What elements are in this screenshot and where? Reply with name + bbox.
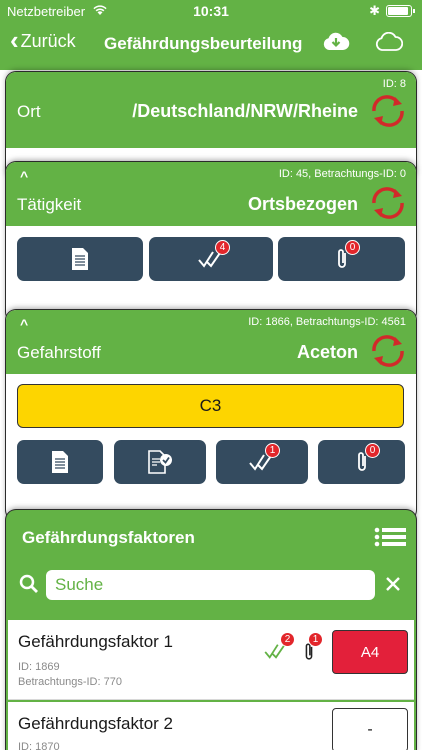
- gefahrstoff-label: Gefahrstoff: [17, 343, 101, 362]
- gefahrstoff-header: ^ ID: 1866, Betrachtungs-ID: 4561 Gefahr…: [6, 310, 416, 374]
- faktor-name: Gefährdungsfaktor 2: [18, 714, 173, 733]
- checks-badge: 1: [265, 443, 280, 458]
- faktoren-title: Gefährdungsfaktoren: [22, 528, 195, 547]
- list-item[interactable]: Gefährdungsfaktor 2 ID: 1870 -: [8, 702, 414, 750]
- gefahrstoff-id: ID: 1866, Betrachtungs-ID: 4561: [248, 316, 406, 328]
- attachment-button[interactable]: 0: [278, 237, 405, 281]
- taetigkeit-label: Tätigkeit: [17, 195, 82, 214]
- top-bar: Netzbetreiber 10:31 ✱ ‹ Zurück Gefährdun…: [0, 0, 422, 70]
- taetigkeit-id: ID: 45, Betrachtungs-ID: 0: [278, 168, 406, 180]
- taetigkeit-value: Ortsbezogen: [247, 194, 358, 214]
- page-title: Gefährdungsbeurteilung: [104, 34, 303, 53]
- checks-badge: 4: [215, 240, 230, 255]
- attachment-badge: 0: [345, 240, 360, 255]
- clock: 10:31: [193, 3, 229, 19]
- faktor-name: Gefährdungsfaktor 1: [18, 632, 173, 651]
- ort-id: ID: 8: [382, 78, 406, 90]
- status-bar: Netzbetreiber 10:31 ✱: [0, 0, 422, 22]
- sync-icon[interactable]: [368, 186, 408, 225]
- search-icon: [19, 574, 39, 599]
- faktor-id: ID: 1869: [18, 661, 60, 673]
- nav-bar: ‹ Zurück Gefährdungsbeurteilung: [0, 26, 422, 62]
- document-button[interactable]: [17, 440, 103, 484]
- checks-badge: 2: [280, 632, 295, 647]
- document-check-icon: [148, 450, 172, 474]
- chevron-left-icon: ‹: [10, 25, 19, 55]
- list-item[interactable]: Gefährdungsfaktor 1 ID: 1869 Betrachtung…: [8, 620, 414, 700]
- ort-header: ID: 8 Ort /Deutschland/NRW/Rheine: [6, 72, 416, 148]
- document-icon: [52, 451, 68, 473]
- faktoren-card: Gefährdungsfaktoren Suche Gefährdungsfak…: [6, 510, 416, 750]
- back-button[interactable]: ‹ Zurück: [10, 25, 76, 55]
- sync-icon[interactable]: [368, 94, 408, 133]
- chevron-up-icon[interactable]: ^: [20, 316, 28, 332]
- sync-icon[interactable]: [368, 334, 408, 373]
- attachment-badge: 1: [308, 632, 323, 647]
- faktor-id: ID: 1870: [18, 741, 60, 750]
- taetigkeit-card: ^ ID: 45, Betrachtungs-ID: 0 Tätigkeit O…: [6, 162, 416, 322]
- ort-label: Ort: [17, 102, 41, 121]
- rating-button[interactable]: A4: [332, 630, 408, 674]
- bluetooth-icon: ✱: [369, 3, 380, 18]
- back-label: Zurück: [20, 31, 76, 51]
- document-button[interactable]: [17, 237, 143, 281]
- hazard-class-button[interactable]: C3: [17, 384, 404, 428]
- attachment-button[interactable]: 0: [318, 440, 405, 484]
- cloud-icon[interactable]: [375, 31, 404, 57]
- ort-value: /Deutschland/NRW/Rheine: [132, 101, 358, 121]
- list-icon[interactable]: [374, 526, 406, 553]
- gefahrstoff-card: ^ ID: 1866, Betrachtungs-ID: 4561 Gefahr…: [6, 310, 416, 520]
- checklist-button[interactable]: [114, 440, 206, 484]
- faktor-betr-id: Betrachtungs-ID: 770: [18, 676, 122, 688]
- checks-button[interactable]: 1: [216, 440, 308, 484]
- cloud-download-icon[interactable]: [322, 32, 350, 57]
- attachment-badge: 0: [365, 443, 380, 458]
- checks-button[interactable]: 4: [149, 237, 273, 281]
- clear-search-icon[interactable]: [385, 576, 401, 597]
- gefahrstoff-value: Aceton: [296, 342, 358, 362]
- taetigkeit-header: ^ ID: 45, Betrachtungs-ID: 0 Tätigkeit O…: [6, 162, 416, 226]
- search-input[interactable]: Suche: [46, 570, 375, 600]
- chevron-up-icon[interactable]: ^: [20, 168, 28, 184]
- battery-icon: [386, 5, 415, 17]
- rating-button[interactable]: -: [332, 708, 408, 750]
- document-icon: [72, 248, 88, 270]
